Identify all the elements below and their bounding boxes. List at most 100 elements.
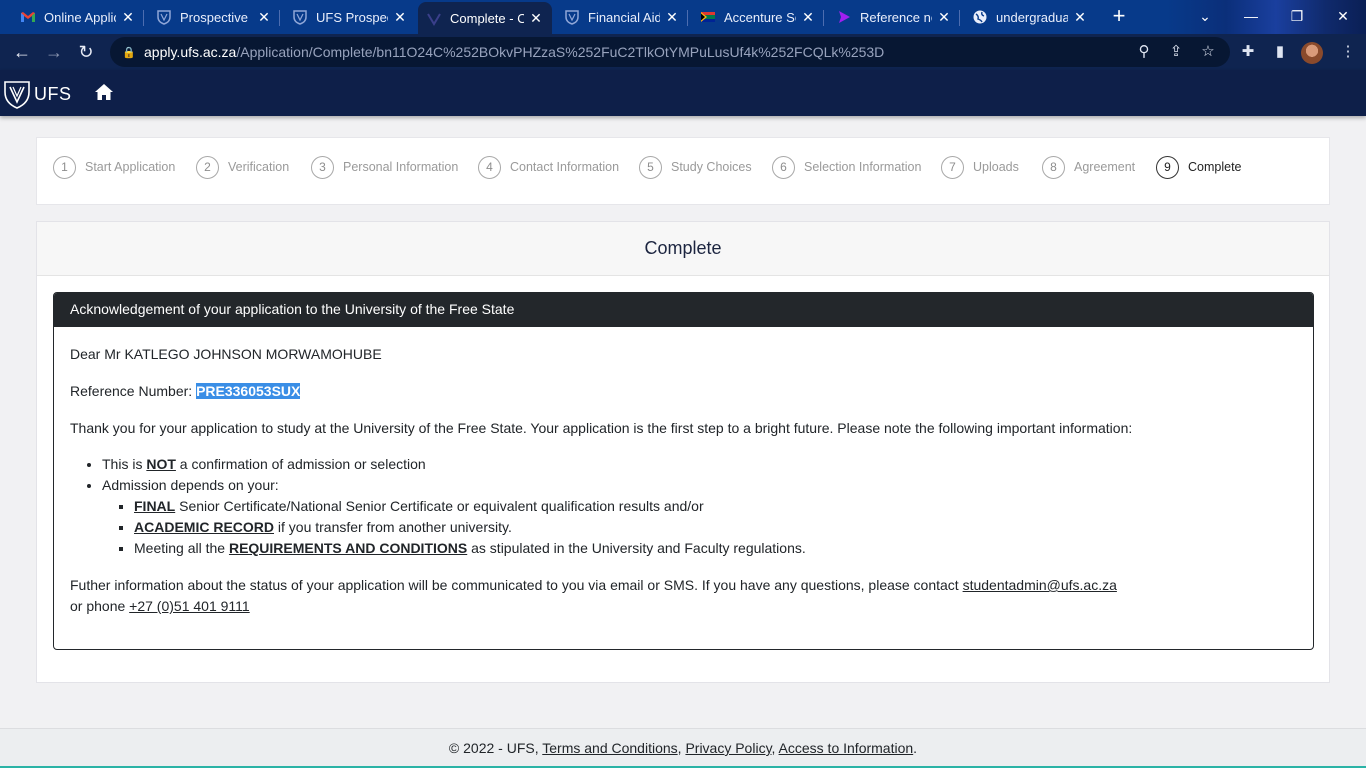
site-header: UFS [0,70,1366,116]
application-stepper: 1 Start Application 2 Verification 3 Per… [36,137,1330,205]
reference-number: PRE336053SUX [196,383,301,399]
copyright: © 2022 - UFS, [448,740,543,756]
terms-link[interactable]: Terms and Conditions [542,740,677,756]
close-tab-icon[interactable]: ✕ [664,9,680,26]
close-tab-icon[interactable]: ✕ [936,9,952,26]
sub-list: FINAL Senior Certificate/National Senior… [102,496,1297,559]
home-icon[interactable] [94,82,114,102]
step-label: Complete [1188,160,1242,174]
step-number: 2 [196,155,219,179]
profile-avatar[interactable] [1301,42,1323,64]
back-icon[interactable]: ← [10,40,34,64]
step-label: Selection Information [804,160,922,174]
ufs-shield-icon [564,9,580,25]
list-item: Admission depends on your: FINAL Senior … [102,475,1297,559]
list-item: This is NOT a confirmation of admission … [102,454,1297,475]
tab-ufs-prospect[interactable]: UFS Prospect ✕ [284,2,416,32]
tab-undergraduat[interactable]: undergraduat ✕ [964,2,1096,32]
tab-title: Reference no [860,9,932,25]
side-panel-icon[interactable]: ▮ [1268,40,1292,64]
restore-button[interactable]: ❐ [1274,0,1320,34]
page-title: Complete [37,222,1329,276]
ufs-logo-icon [426,10,442,26]
minimize-button[interactable]: — [1228,0,1274,34]
close-tab-icon[interactable]: ✕ [392,9,408,26]
phone-link[interactable]: +27 (0)51 401 9111 [129,598,250,614]
gmail-icon [20,9,36,25]
step-number: 1 [53,155,76,179]
privacy-link[interactable]: Privacy Policy [685,740,771,756]
step-label: Start Application [85,160,176,174]
step-study-choices[interactable]: 5 Study Choices [639,155,752,179]
tab-online-applic[interactable]: Online Applic ✕ [12,2,144,32]
ufs-shield-icon [292,9,308,25]
tab-prospective-s[interactable]: Prospective S ✕ [148,2,280,32]
intro-text: Thank you for your application to study … [70,420,1133,436]
lock-icon[interactable]: 🔒 [122,46,138,59]
step-number: 3 [311,155,334,179]
step-label: Agreement [1074,160,1136,174]
acknowledgement-heading: Acknowledgement of your application to t… [54,293,1313,327]
share-icon[interactable]: ⇪ [1164,40,1188,64]
step-personal-information[interactable]: 3 Personal Information [311,155,458,179]
tab-reference-no[interactable]: Reference no ✕ [828,2,960,32]
list-item: Meeting all the REQUIREMENTS AND CONDITI… [134,538,1297,559]
address-bar[interactable]: 🔒 apply.ufs.ac.za/Application/Complete/b… [110,37,1230,67]
site-footer: © 2022 - UFS, Terms and Conditions, Priv… [0,728,1366,768]
step-contact-information[interactable]: 4 Contact Information [478,155,619,179]
url-path: /Application/Complete/bn11O24C%252BOkvPH… [236,44,885,60]
info-list: This is NOT a confirmation of admission … [70,454,1297,559]
step-number: 8 [1042,155,1065,179]
tab-title: UFS Prospect [316,9,388,25]
flag-icon [700,9,716,25]
step-label: Study Choices [671,160,752,174]
tab-title: Online Applic [44,9,116,25]
close-tab-icon[interactable]: ✕ [528,10,544,27]
greeting: Dear Mr KATLEGO JOHNSON MORWAMOHUBE [70,346,382,362]
further-info: Futher information about the status of y… [70,577,1117,614]
step-uploads[interactable]: 7 Uploads [941,155,1019,179]
step-label: Verification [228,160,290,174]
ufs-shield-icon [156,9,172,25]
acknowledgement-body: Dear Mr KATLEGO JOHNSON MORWAMOHUBE Refe… [54,327,1313,617]
tab-search-icon[interactable]: ⌄ [1182,0,1228,34]
step-label: Personal Information [343,160,459,174]
tab-title: Accenture Sc [724,9,796,25]
step-start-application[interactable]: 1 Start Application [53,155,175,179]
ufs-logo[interactable]: UFS [2,78,72,110]
new-tab-button[interactable]: + [1106,4,1132,30]
tab-complete[interactable]: Complete - O ✕ [418,2,552,34]
globe-icon [972,9,988,25]
tab-accenture[interactable]: Accenture Sc ✕ [692,2,824,32]
url-host: apply.ufs.ac.za [144,44,237,60]
access-info-link[interactable]: Access to Information [779,740,914,756]
close-tab-icon[interactable]: ✕ [800,9,816,26]
email-link[interactable]: studentadmin@ufs.ac.za [963,577,1117,593]
close-window-button[interactable]: ✕ [1320,0,1366,34]
reload-icon[interactable]: ↻ [74,40,98,64]
step-number: 9 [1156,155,1179,179]
acknowledgement-panel: Acknowledgement of your application to t… [53,292,1314,650]
close-tab-icon[interactable]: ✕ [120,9,136,26]
menu-kebab-icon[interactable]: ⋮ [1336,40,1360,64]
bookmark-star-icon[interactable]: ☆ [1196,40,1220,64]
tab-title: Complete - O [450,10,524,26]
extensions-puzzle-icon[interactable]: ✚ [1236,40,1260,64]
address-toolbar: ← → ↻ 🔒 apply.ufs.ac.za/Application/Comp… [0,34,1366,70]
step-verification[interactable]: 2 Verification [196,155,289,179]
close-tab-icon[interactable]: ✕ [256,9,272,26]
location-pin-icon[interactable]: ⚲ [1132,40,1156,64]
step-label: Contact Information [510,160,620,174]
play-arrow-icon [836,9,852,25]
forward-icon[interactable]: → [42,40,66,64]
step-agreement[interactable]: 8 Agreement [1042,155,1135,179]
step-complete[interactable]: 9 Complete [1156,155,1242,179]
tab-financial-aid[interactable]: Financial Aid ✕ [556,2,688,32]
step-label: Uploads [973,160,1019,174]
tab-title: undergraduat [996,9,1068,25]
close-tab-icon[interactable]: ✕ [1072,9,1088,26]
step-number: 7 [941,155,964,179]
step-number: 6 [772,155,795,179]
tab-title: Financial Aid [588,9,660,25]
step-selection-information[interactable]: 6 Selection Information [772,155,921,179]
